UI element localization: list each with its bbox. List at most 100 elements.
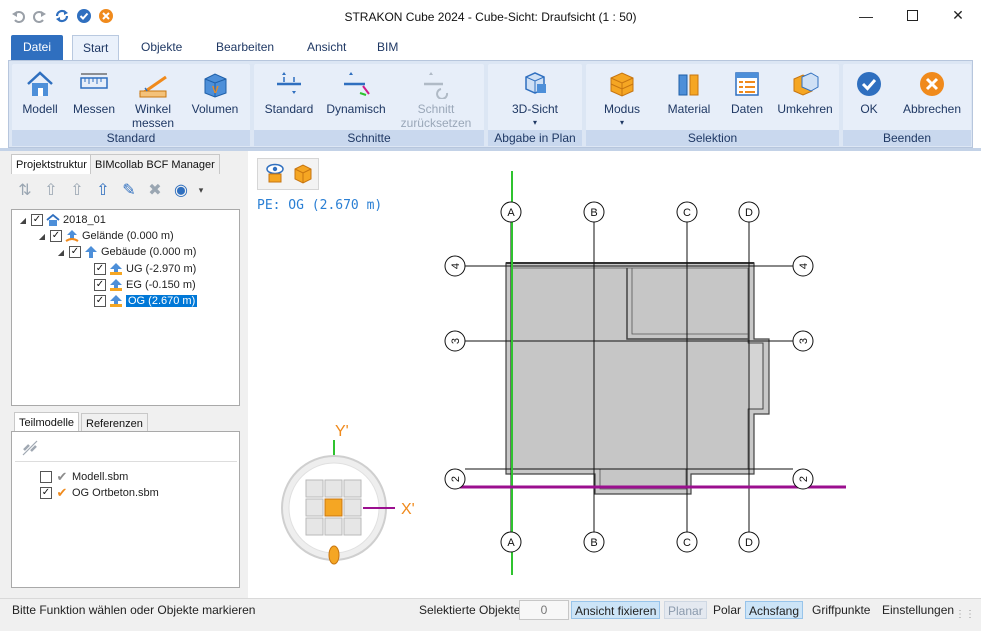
tree-node-eg[interactable]: ✓ EG (-0.150 m)	[94, 278, 196, 292]
axis-bubble-b-bottom: B	[583, 531, 605, 553]
volumen-button[interactable]: V Volumen	[188, 68, 242, 116]
cube-view-viewport[interactable]: PE: OG (2.670 m) A B C D A B C D 4 4 3 3…	[250, 151, 981, 598]
schnitt-dynamisch-button[interactable]: Dynamisch	[324, 68, 388, 116]
axis-bubble-4-right: 4	[792, 255, 814, 277]
delete-icon[interactable]: ✖	[144, 179, 166, 201]
angle-ruler-icon	[137, 68, 169, 100]
svg-text:4: 4	[450, 263, 462, 269]
modus-button[interactable]: Modus ▾	[592, 68, 652, 130]
tab-start[interactable]: Start	[72, 35, 120, 60]
daten-button[interactable]: Daten	[724, 68, 770, 116]
checkbox[interactable]: ✓	[94, 279, 106, 291]
svg-text:2: 2	[798, 476, 810, 482]
close-icon[interactable]: ✕	[935, 0, 981, 31]
schnitt-label: Schnitt	[417, 102, 455, 116]
grid-eye-icon[interactable]: ◉	[170, 179, 192, 201]
tree-node-gebaeude[interactable]: ◢ ✓ Gebäude (0.000 m)	[56, 245, 196, 259]
navigation-cube-widget[interactable]: Y' X'	[275, 416, 425, 566]
list-item-modell[interactable]: ✔ Modell.sbm	[40, 469, 128, 484]
winkel-messen-button[interactable]: Winkel messen	[124, 68, 182, 130]
up-arrow-icon[interactable]: ⇧	[40, 179, 62, 201]
resize-grip-icon[interactable]: ⋮⋮	[955, 609, 975, 620]
selected-objects-label: Selektierte Objekte	[419, 603, 521, 617]
unlink-icon[interactable]	[20, 438, 40, 458]
tree-node-ug[interactable]: ✓ UG (-2.970 m)	[94, 262, 196, 276]
tree-label-eg: EG (-0.150 m)	[126, 279, 196, 291]
chevron-down-icon: ▾	[619, 118, 624, 127]
level-arrow-icon	[109, 278, 123, 292]
ok-label: OK	[860, 102, 878, 116]
tree-label-og: OG (2.670 m)	[126, 295, 198, 307]
left-panel: Projektstruktur BIMcollab BCF Manager ⇅ …	[0, 151, 248, 598]
schnitt-zuruecksetzen-button[interactable]: Schnitt zurücksetzen	[396, 68, 476, 130]
svg-text:D: D	[745, 207, 753, 219]
view-toolbar	[257, 158, 319, 190]
modus-label: Modus	[603, 102, 641, 116]
checkbox[interactable]: ✓	[69, 246, 81, 258]
svg-text:3: 3	[798, 338, 810, 344]
window-controls: — ✕	[843, 0, 981, 31]
up-arrow-alt-icon[interactable]: ⇧	[66, 179, 88, 201]
griffpunkte-toggle[interactable]: Griffpunkte	[809, 601, 873, 619]
material-button[interactable]: Material	[662, 68, 716, 116]
achsfang-toggle[interactable]: Achsfang	[745, 601, 804, 619]
ok-button[interactable]: OK	[853, 68, 885, 116]
modell-label: Modell	[22, 102, 58, 116]
pencil-icon[interactable]: ✎	[118, 179, 140, 201]
group-standard: Modell Messen Winkel messen V Volumen St…	[12, 64, 250, 146]
nav-grid	[305, 479, 362, 536]
checkbox[interactable]: ✓	[94, 295, 106, 307]
window-title: STRAKON Cube 2024 - Cube-Sicht: Draufsic…	[344, 10, 637, 24]
status-message: Bitte Funktion wählen oder Objekte marki…	[12, 603, 256, 617]
move-structure-icon[interactable]: ⇅	[14, 179, 36, 201]
checkbox[interactable]: ✓	[40, 487, 52, 499]
toolbar-overflow-icon[interactable]: ▾	[196, 179, 206, 201]
maximize-icon[interactable]	[889, 0, 935, 31]
tab-ansicht[interactable]: Ansicht	[297, 35, 356, 60]
tab-bearbeiten[interactable]: Bearbeiten	[206, 35, 284, 60]
group-abgabe-label: Abgabe in Plan	[488, 130, 582, 146]
tab-bcf-manager[interactable]: BIMcollab BCF Manager	[90, 154, 220, 174]
collapse-icon[interactable]: ◢	[37, 232, 47, 241]
planar-toggle[interactable]: Planar	[664, 601, 707, 619]
tab-bim[interactable]: BIM	[367, 35, 408, 60]
svg-text:B: B	[590, 207, 597, 219]
messen-button[interactable]: Messen	[69, 68, 119, 116]
check-gray-icon: ✔	[56, 469, 68, 484]
level-arrow-icon	[109, 294, 123, 308]
chevron-down-icon: ▾	[532, 118, 537, 127]
list-item-og-ortbeton[interactable]: ✓ ✔ OG Ortbeton.sbm	[40, 485, 159, 500]
tree-node-gelaende[interactable]: ◢ ✓ Gelände (0.000 m)	[37, 229, 174, 243]
material-label: Material	[667, 102, 711, 116]
group-abgabe: 3D-Sicht ▾ Abgabe in Plan	[488, 64, 582, 146]
ansicht-fixieren-toggle[interactable]: Ansicht fixieren	[571, 601, 661, 619]
modell-button[interactable]: Modell	[18, 68, 62, 116]
selected-count-field[interactable]: 0	[519, 600, 569, 620]
collapse-icon[interactable]: ◢	[18, 216, 28, 225]
einstellungen-button[interactable]: Einstellungen	[879, 601, 957, 619]
checkbox[interactable]: ✓	[94, 263, 106, 275]
tree-node-og[interactable]: ✓ OG (2.670 m)	[94, 294, 198, 308]
solid-cube-icon[interactable]	[292, 162, 314, 187]
checkbox[interactable]: ✓	[31, 214, 43, 226]
polar-toggle[interactable]: Polar	[710, 601, 744, 619]
tree-node-root[interactable]: ◢ ✓ 2018_01	[18, 213, 106, 227]
tab-teilmodelle[interactable]: Teilmodelle	[14, 412, 80, 432]
schnitt-standard-button[interactable]: Standard	[260, 68, 318, 116]
tab-referenzen[interactable]: Referenzen	[81, 413, 148, 433]
collapse-icon[interactable]: ◢	[56, 248, 66, 257]
abbrechen-button[interactable]: Abbrechen	[899, 68, 965, 116]
house-arrow-icon[interactable]: ⇧	[92, 179, 114, 201]
minimize-icon[interactable]: —	[843, 0, 889, 31]
axis-bubble-b-top: B	[583, 201, 605, 223]
checkbox[interactable]: ✓	[50, 230, 62, 242]
checkbox[interactable]	[40, 471, 52, 483]
tab-objekte[interactable]: Objekte	[131, 35, 192, 60]
tab-datei[interactable]: Datei	[11, 35, 63, 60]
structure-toolbar: ⇅ ⇧ ⇧ ⇧ ✎ ✖ ◉ ▾	[14, 179, 206, 201]
umkehren-button[interactable]: Umkehren	[776, 68, 834, 116]
view-eye-icon[interactable]	[264, 162, 286, 187]
3d-sicht-button[interactable]: 3D-Sicht ▾	[498, 68, 572, 130]
section-standard-icon	[273, 68, 305, 100]
tab-projektstruktur[interactable]: Projektstruktur	[11, 154, 92, 174]
